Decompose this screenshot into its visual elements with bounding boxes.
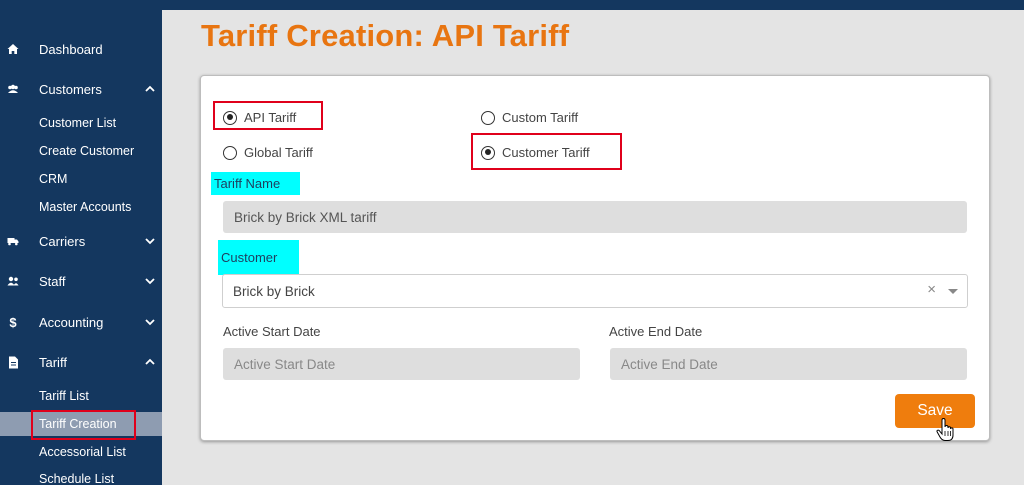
- page-title: Tariff Creation: API Tariff: [201, 18, 570, 53]
- dollar-icon: $: [9, 314, 17, 330]
- sidebar-item-staff[interactable]: Staff: [0, 266, 162, 296]
- customer-select-value: Brick by Brick: [233, 283, 315, 299]
- sidebar-item-label: Staff: [39, 273, 66, 289]
- active-end-date-input[interactable]: Active End Date: [610, 348, 967, 380]
- top-bar: [162, 0, 1024, 10]
- sidebar-item-schedule-list[interactable]: Schedule List: [0, 467, 162, 485]
- home-icon: [6, 42, 20, 56]
- staff-icon: [6, 274, 20, 288]
- sidebar-item-label: Accessorial List: [39, 445, 126, 459]
- sidebar: Dashboard Customers Customer List Create…: [0, 0, 162, 485]
- tariff-name-label: Tariff Name: [211, 172, 300, 195]
- radio-label: Custom Tariff: [502, 110, 579, 125]
- sidebar-item-tariff-creation[interactable]: Tariff Creation: [0, 412, 162, 436]
- customer-select[interactable]: Brick by Brick ×: [222, 274, 968, 308]
- sidebar-item-label: Schedule List: [39, 472, 115, 485]
- active-start-date-input[interactable]: Active Start Date: [223, 348, 580, 380]
- sidebar-item-tariff-list[interactable]: Tariff List: [0, 384, 162, 408]
- sidebar-item-master-accounts[interactable]: Master Accounts: [0, 195, 162, 219]
- active-end-date-label: Active End Date: [609, 324, 703, 339]
- sidebar-item-dashboard[interactable]: Dashboard: [0, 34, 162, 64]
- sidebar-item-label: Carriers: [39, 233, 86, 249]
- sidebar-item-create-customer[interactable]: Create Customer: [0, 139, 162, 163]
- radio-api-tariff[interactable]: API Tariff: [223, 110, 296, 125]
- radio-global-tariff[interactable]: Global Tariff: [223, 145, 313, 160]
- sidebar-item-carriers[interactable]: Carriers: [0, 226, 162, 256]
- sidebar-item-label: Tariff: [39, 354, 67, 370]
- radio-label: Customer Tariff: [502, 145, 590, 160]
- radio-label: Global Tariff: [244, 145, 313, 160]
- sidebar-item-label: Master Accounts: [39, 200, 132, 214]
- truck-icon: [6, 234, 20, 248]
- sidebar-item-label: Accounting: [39, 314, 104, 330]
- customer-label: Customer: [218, 240, 299, 275]
- sidebar-item-customer-list[interactable]: Customer List: [0, 111, 162, 135]
- clear-icon[interactable]: ×: [927, 281, 936, 298]
- sidebar-item-label: Tariff Creation: [39, 417, 117, 431]
- radio-customer-tariff[interactable]: Customer Tariff: [481, 145, 590, 160]
- caret-down-icon[interactable]: [948, 289, 958, 294]
- sidebar-item-tariff[interactable]: Tariff: [0, 347, 162, 377]
- chevron-down-icon: [145, 278, 155, 285]
- sidebar-item-label: Create Customer: [39, 144, 135, 158]
- tariff-form-card: API Tariff Custom Tariff Global Tariff C…: [200, 75, 990, 441]
- radio-label: API Tariff: [244, 110, 297, 125]
- sidebar-item-label: Dashboard: [39, 41, 103, 57]
- sidebar-item-label: Customers: [39, 81, 102, 97]
- radio-checked-icon: [223, 110, 237, 125]
- radio-unchecked-icon: [223, 145, 237, 160]
- active-start-date-label: Active Start Date: [223, 324, 321, 339]
- tariff-name-input[interactable]: Brick by Brick XML tariff: [223, 201, 967, 233]
- users-icon: [6, 82, 20, 96]
- sidebar-item-accounting[interactable]: $ Accounting: [0, 307, 162, 337]
- radio-checked-icon: [481, 145, 495, 160]
- sidebar-item-label: CRM: [39, 172, 68, 186]
- chevron-down-icon: [145, 319, 155, 326]
- chevron-up-icon: [145, 85, 155, 92]
- radio-custom-tariff[interactable]: Custom Tariff: [481, 110, 578, 125]
- document-icon: [6, 355, 20, 369]
- save-button[interactable]: Save: [895, 394, 975, 428]
- sidebar-item-label: Tariff List: [39, 389, 89, 403]
- radio-unchecked-icon: [481, 110, 495, 125]
- sidebar-item-crm[interactable]: CRM: [0, 167, 162, 191]
- sidebar-item-label: Customer List: [39, 116, 117, 130]
- hand-pointer-cursor-icon: [936, 418, 954, 441]
- sidebar-item-customers[interactable]: Customers: [0, 74, 162, 104]
- sidebar-item-accessorial-list[interactable]: Accessorial List: [0, 440, 162, 464]
- chevron-up-icon: [145, 358, 155, 365]
- chevron-down-icon: [145, 238, 155, 245]
